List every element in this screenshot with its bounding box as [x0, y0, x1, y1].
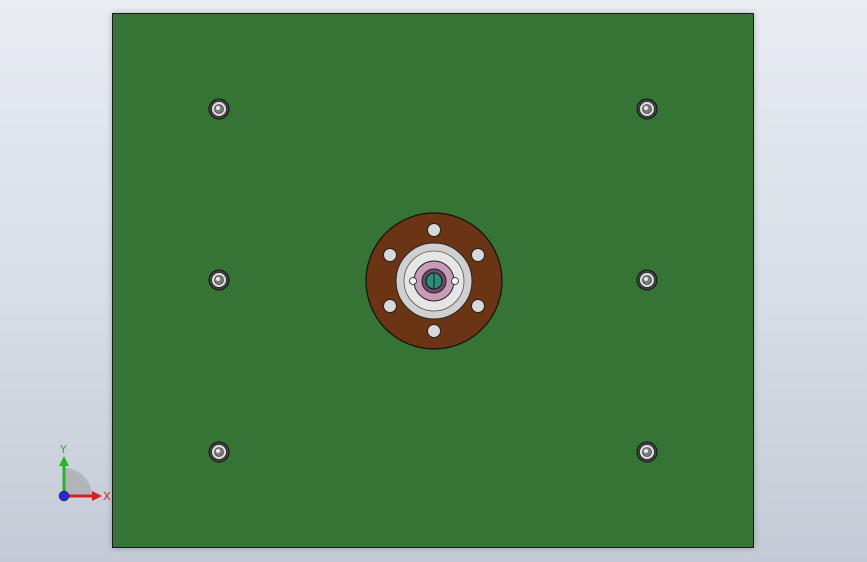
y-arrowhead-icon: [59, 456, 69, 466]
screw-middle-right-icon[interactable]: [636, 269, 658, 291]
screw-top-left-icon[interactable]: [208, 98, 230, 120]
set-screw-right: [451, 277, 459, 285]
screw-top-right-icon[interactable]: [636, 98, 658, 120]
bearing-flange-icon[interactable]: [364, 211, 504, 351]
z-axis-icon: [58, 490, 70, 502]
graphics-viewport[interactable]: Y X: [0, 0, 867, 562]
triad-plane-icon: [64, 468, 92, 496]
screw-bottom-right-icon[interactable]: [636, 441, 658, 463]
set-screw-left: [409, 277, 417, 285]
y-axis-label: Y: [59, 443, 67, 456]
coordinate-triad-icon: Y X: [58, 443, 111, 503]
x-arrowhead-icon: [92, 491, 102, 501]
screw-middle-left-icon[interactable]: [208, 269, 230, 291]
x-axis-label: X: [103, 490, 111, 503]
screw-bottom-left-icon[interactable]: [208, 441, 230, 463]
